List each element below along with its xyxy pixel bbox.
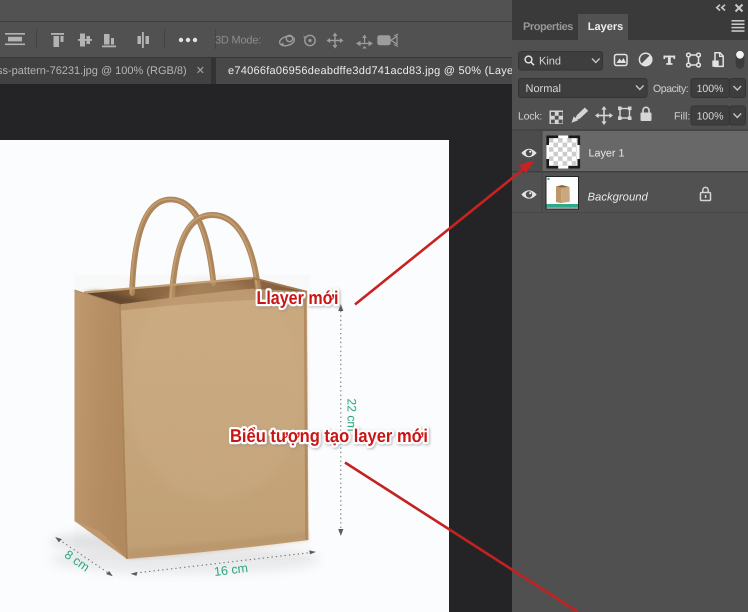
svg-text:Layer 1: Layer 1 bbox=[589, 148, 625, 160]
svg-text:Opacity:: Opacity: bbox=[653, 83, 688, 95]
svg-text:3D Mode:: 3D Mode: bbox=[215, 35, 261, 47]
svg-text:Normal: Normal bbox=[526, 83, 561, 95]
svg-text:100%: 100% bbox=[697, 83, 724, 95]
svg-text:Background: Background bbox=[588, 192, 649, 204]
svg-text:Kind: Kind bbox=[539, 56, 561, 68]
svg-text:Fill:: Fill: bbox=[674, 111, 690, 123]
svg-text:Lock:: Lock: bbox=[518, 111, 542, 123]
svg-text:Llayer mới: Llayer mới bbox=[257, 287, 339, 308]
svg-text:100%: 100% bbox=[697, 111, 724, 123]
svg-text:Biểu tượng tạo layer mới: Biểu tượng tạo layer mới bbox=[230, 425, 428, 446]
